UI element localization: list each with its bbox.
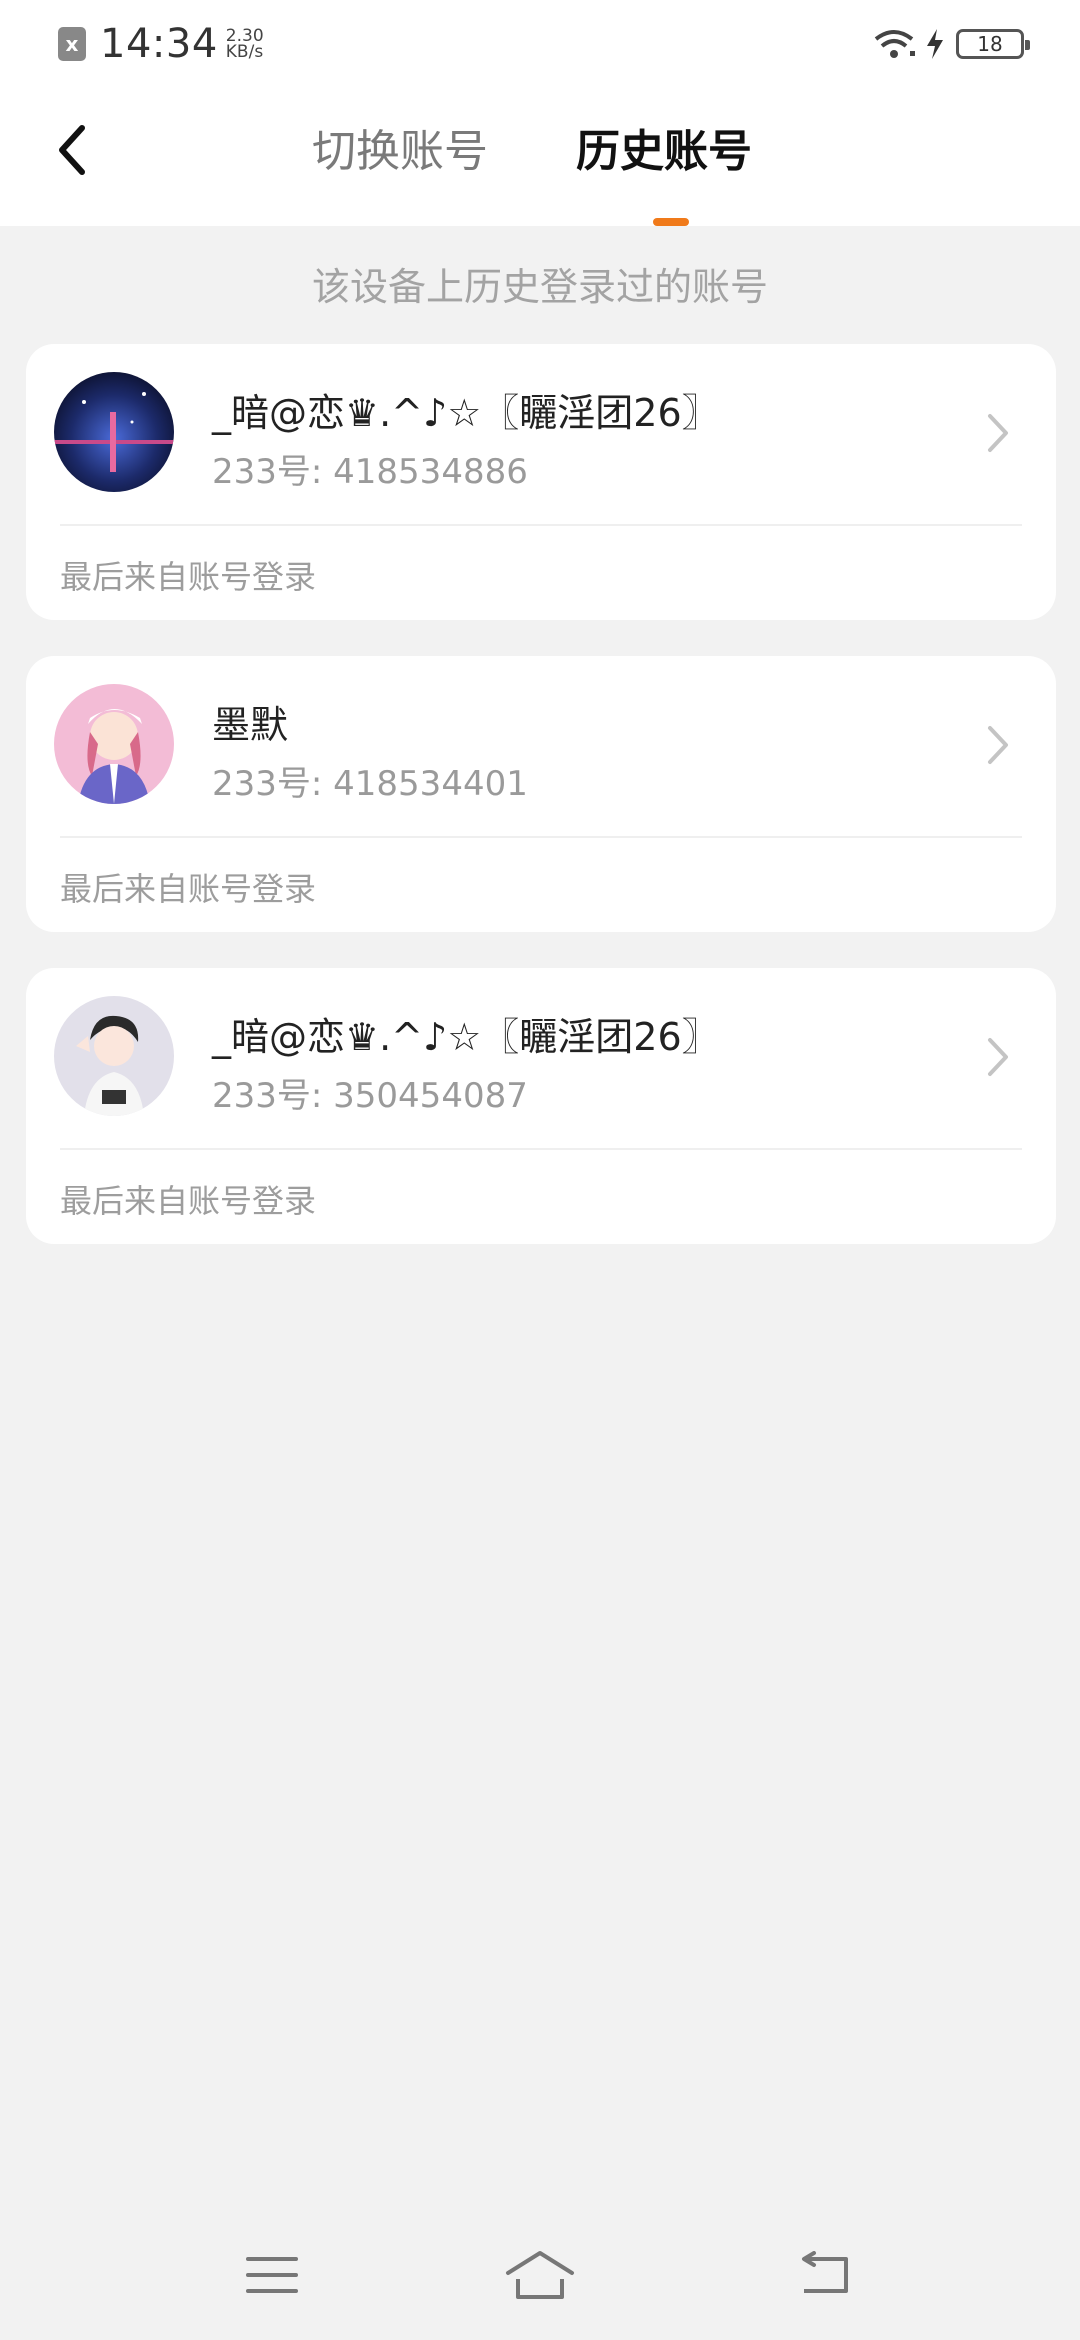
account-name: 墨默 xyxy=(212,703,289,747)
status-bar: x 14:34 2.30 KB/s 18 xyxy=(0,0,1080,88)
avatar xyxy=(54,372,174,492)
page-subtitle: 该设备上历史登录过的账号 xyxy=(311,265,768,309)
tab-switch-account[interactable]: 切换账号 xyxy=(312,122,488,182)
account-card[interactable]: 墨默 233号: 418534401 最后来自账号登录 xyxy=(26,656,1056,932)
account-id: 233号: 418534886 xyxy=(212,452,528,492)
menu-icon xyxy=(246,2257,298,2293)
battery-level: 18 xyxy=(977,32,1003,56)
account-name: _暗@恋♛.^♪☆〖矖淫团26〗 xyxy=(212,391,720,435)
menu-button[interactable] xyxy=(232,2240,312,2310)
home-icon xyxy=(506,2251,574,2299)
active-tab-indicator xyxy=(653,218,689,226)
tab-history-account[interactable]: 历史账号 xyxy=(576,122,752,182)
divider xyxy=(60,524,1022,526)
chevron-left-icon xyxy=(59,125,85,175)
header: 切换账号 历史账号 xyxy=(0,88,1080,226)
account-id: 233号: 350454087 xyxy=(212,1076,528,1116)
system-nav-bar xyxy=(0,2210,1080,2340)
back-icon xyxy=(802,2251,848,2293)
net-speed-unit: KB/s xyxy=(225,42,264,62)
account-name: _暗@恋♛.^♪☆〖矖淫团26〗 xyxy=(212,1015,720,1059)
last-login-text: 最后来自账号登录 xyxy=(60,870,317,908)
account-card[interactable]: _暗@恋♛.^♪☆〖矖淫团26〗 233号: 350454087 最后来自账号登… xyxy=(26,968,1056,1244)
sim-icon: x xyxy=(58,27,86,61)
anime-boy-avatar-icon xyxy=(54,996,174,1116)
status-right: 18 xyxy=(872,24,1030,64)
battery-icon: 18 xyxy=(956,29,1030,59)
account-card[interactable]: _暗@恋♛.^♪☆〖矖淫团26〗 233号: 418534886 最后来自账号登… xyxy=(26,344,1056,620)
avatar xyxy=(54,996,174,1116)
last-login-text: 最后来自账号登录 xyxy=(60,558,317,596)
last-login-text: 最后来自账号登录 xyxy=(60,1182,317,1220)
charging-icon xyxy=(927,29,943,59)
anime-girl-avatar-icon xyxy=(54,684,174,804)
divider xyxy=(60,836,1022,838)
divider xyxy=(60,1148,1022,1150)
account-id: 233号: 418534401 xyxy=(212,764,528,804)
avatar xyxy=(54,684,174,804)
back-nav-button[interactable] xyxy=(784,2240,864,2310)
night-sky-avatar-icon xyxy=(54,372,174,492)
status-time: 14:34 xyxy=(100,21,218,67)
home-button[interactable] xyxy=(500,2240,580,2310)
wifi-icon xyxy=(874,30,915,58)
net-speed: 2.30 KB/s xyxy=(225,28,264,62)
back-button[interactable] xyxy=(40,118,104,182)
status-left: x 14:34 2.30 KB/s xyxy=(58,21,264,67)
chevron-right-icon xyxy=(988,414,1008,452)
chevron-right-icon xyxy=(988,1038,1008,1076)
chevron-right-icon xyxy=(988,726,1008,764)
